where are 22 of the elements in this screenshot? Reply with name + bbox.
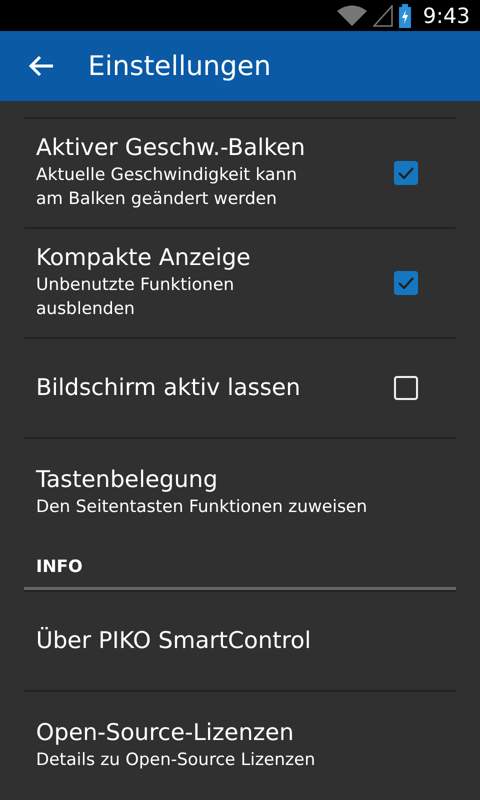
setting-summary: Unbenutzte Funktionen ausblenden xyxy=(36,274,236,321)
battery-icon xyxy=(398,4,411,28)
setting-title[interactable]: Aktiver Geschw.-Balken xyxy=(36,135,394,161)
setting-title[interactable]: Bildschirm aktiv lassen xyxy=(36,375,394,401)
signal-icon xyxy=(372,4,393,27)
setting-summary: Details zu Open-Source Lizenzen xyxy=(36,749,316,772)
clock-time: 9:43 xyxy=(422,4,470,28)
setting-title[interactable]: Über PIKO SmartControl xyxy=(36,628,444,654)
setting-summary: Aktuelle Geschwindigkeit kann am Balken geändert werden xyxy=(36,164,298,211)
setting-title[interactable]: Open-Source-Lizenzen xyxy=(36,720,444,746)
checkmark-icon xyxy=(398,277,414,289)
screen-title: Einstellungen xyxy=(88,50,272,82)
back-button[interactable] xyxy=(28,55,54,78)
setting-title[interactable]: Kompakte Anzeige xyxy=(36,245,394,271)
setting-summary: Den Seitentasten Funktionen zuweisen xyxy=(36,496,368,519)
section-header: INFO xyxy=(36,557,83,577)
wifi-icon xyxy=(336,4,367,27)
checkbox[interactable] xyxy=(394,161,418,185)
checkbox[interactable] xyxy=(394,271,418,295)
setting-title[interactable]: Tastenbelegung xyxy=(36,467,444,493)
checkbox[interactable] xyxy=(394,376,418,400)
checkmark-icon xyxy=(398,167,414,179)
